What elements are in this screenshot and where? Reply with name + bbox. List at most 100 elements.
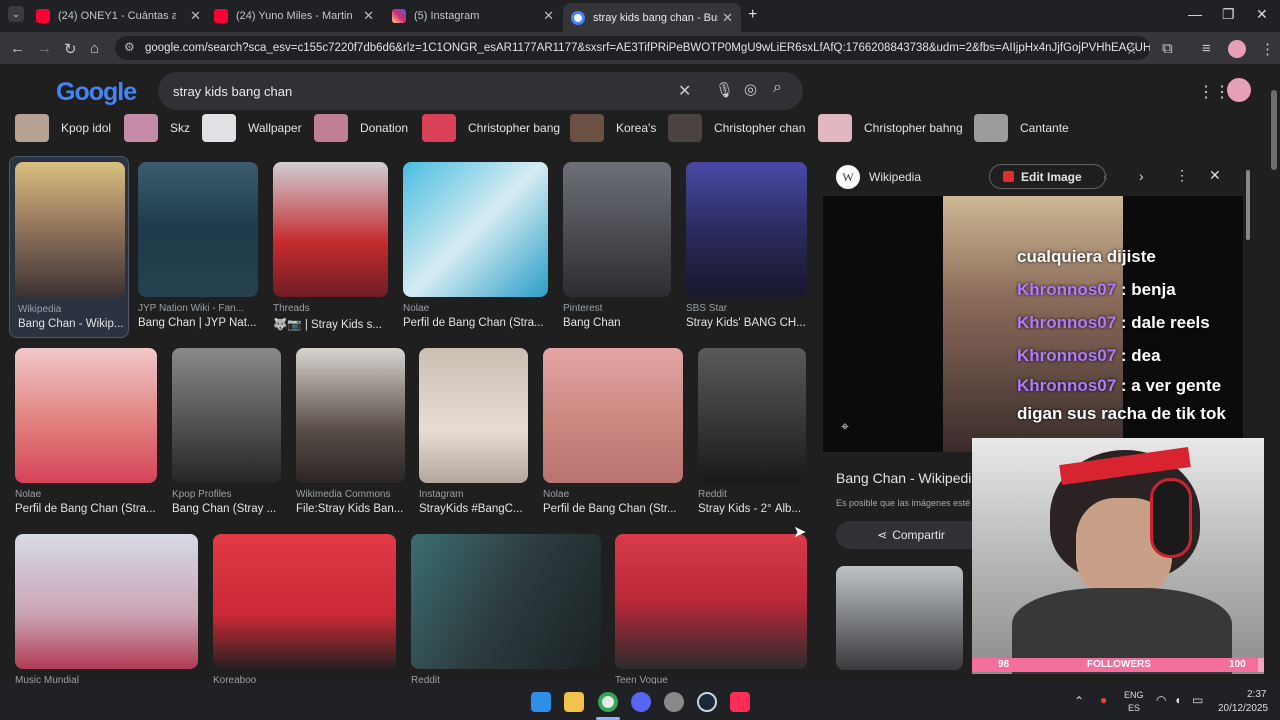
address-bar[interactable]: ⚙ google.com/search?sca_esv=c155c7220f7d… bbox=[115, 36, 1150, 60]
lens-icon[interactable]: ◎ bbox=[744, 80, 757, 98]
battery-icon[interactable]: ▭ bbox=[1192, 693, 1203, 707]
bookmark-star-icon[interactable]: ☆ bbox=[1125, 40, 1138, 58]
result-card[interactable]: Nolae Perfil de Bang Chan (Str... bbox=[543, 348, 683, 518]
result-card[interactable]: Nolae Perfil de Bang Chan (Stra... bbox=[15, 348, 157, 518]
close-icon[interactable]: ✕ bbox=[722, 10, 733, 26]
result-title[interactable]: Perfil de Bang Chan (Str... bbox=[543, 503, 683, 515]
new-tab-icon[interactable]: + bbox=[748, 6, 757, 24]
chip-cantante[interactable]: Cantante bbox=[974, 114, 1069, 142]
windows-start-icon[interactable] bbox=[531, 692, 551, 712]
obs-icon[interactable] bbox=[664, 692, 684, 712]
panel-title[interactable]: Bang Chan - Wikipedia bbox=[836, 470, 979, 486]
result-image[interactable] bbox=[411, 534, 601, 669]
extensions-icon[interactable]: ⧉ bbox=[1162, 40, 1173, 57]
language-indicator[interactable]: ENG bbox=[1124, 690, 1144, 700]
result-image[interactable] bbox=[15, 162, 125, 298]
account-avatar[interactable] bbox=[1227, 78, 1251, 102]
chip-skz[interactable]: Skz bbox=[124, 114, 190, 142]
result-title[interactable]: File:Stray Kids Ban... bbox=[296, 503, 405, 515]
clock-date[interactable]: 20/12/2025 bbox=[1218, 703, 1268, 714]
volume-icon[interactable]: ◖ bbox=[1174, 693, 1181, 707]
google-logo[interactable]: Google bbox=[56, 78, 137, 107]
file-explorer-icon[interactable] bbox=[564, 692, 584, 712]
result-image[interactable] bbox=[419, 348, 528, 483]
result-title[interactable]: Bang Chan (Stray ... bbox=[172, 503, 281, 515]
discord-icon[interactable] bbox=[631, 692, 651, 712]
close-icon[interactable]: ✕ bbox=[190, 8, 201, 24]
close-icon[interactable]: ✕ bbox=[543, 8, 554, 24]
tab-search-button[interactable]: ⌄ bbox=[8, 6, 24, 22]
result-image[interactable] bbox=[563, 162, 671, 297]
result-title[interactable]: 🐺📷 | Stray Kids s... bbox=[273, 317, 388, 331]
search-icon[interactable]: ⌕ bbox=[773, 79, 782, 97]
result-image[interactable] bbox=[403, 162, 548, 297]
reload-icon[interactable]: ↻ bbox=[64, 40, 77, 58]
clear-icon[interactable]: ✕ bbox=[678, 81, 691, 101]
result-image[interactable] bbox=[273, 162, 388, 297]
result-card[interactable]: Reddit bbox=[411, 534, 601, 686]
chip-koreas[interactable]: Korea's bbox=[570, 114, 656, 142]
result-title[interactable]: Perfil de Bang Chan (Stra... bbox=[15, 503, 157, 515]
result-image[interactable] bbox=[615, 534, 807, 669]
result-image[interactable] bbox=[698, 348, 806, 483]
result-image[interactable] bbox=[543, 348, 683, 483]
more-options-icon[interactable]: ⋮ bbox=[1175, 167, 1189, 184]
result-card[interactable]: Koreaboo bbox=[213, 534, 396, 686]
result-card[interactable]: Teen Vogue bbox=[615, 534, 807, 686]
related-image[interactable] bbox=[836, 566, 963, 670]
result-card[interactable]: Instagram StrayKids #BangC... bbox=[419, 348, 528, 518]
panel-source[interactable]: Wikipedia bbox=[869, 170, 921, 184]
microphone-tray-icon[interactable]: ● bbox=[1100, 693, 1107, 707]
result-card[interactable]: Threads 🐺📷 | Stray Kids s... bbox=[273, 162, 388, 332]
chip-christopher-bahng[interactable]: Christopher bahng bbox=[818, 114, 963, 142]
result-title[interactable]: Perfil de Bang Chan (Stra... bbox=[403, 317, 548, 329]
result-card[interactable]: Music Mundial bbox=[15, 534, 198, 686]
home-icon[interactable]: ⌂ bbox=[90, 40, 99, 57]
result-image[interactable] bbox=[15, 534, 198, 669]
tiktok-icon[interactable] bbox=[730, 692, 750, 712]
chip-wallpaper[interactable]: Wallpaper bbox=[202, 114, 302, 142]
steam-icon[interactable] bbox=[697, 692, 717, 712]
result-image[interactable] bbox=[213, 534, 396, 669]
tab-oney[interactable]: (24) ONEY1 - Cuántas almas pu ✕ bbox=[36, 4, 201, 28]
result-title[interactable]: Bang Chan - Wikip... bbox=[18, 318, 124, 330]
chip-donation[interactable]: Donation bbox=[314, 114, 408, 142]
prev-image-icon[interactable]: ‹ bbox=[1103, 168, 1108, 184]
next-image-icon[interactable]: › bbox=[1139, 168, 1144, 184]
result-title[interactable]: Stray Kids - 2° Álb... bbox=[698, 503, 806, 515]
share-button[interactable]: ⋖ Compartir bbox=[836, 521, 986, 549]
restore-icon[interactable]: ❐ bbox=[1222, 6, 1235, 23]
tab-google-search[interactable]: stray kids bang chan - Buscar c ✕ bbox=[563, 3, 741, 32]
show-hidden-icons[interactable]: ⌃ bbox=[1074, 694, 1084, 708]
profile-avatar[interactable] bbox=[1228, 40, 1246, 58]
wifi-icon[interactable]: ◠ bbox=[1156, 693, 1166, 707]
close-icon[interactable]: ✕ bbox=[363, 8, 374, 24]
result-card[interactable]: Reddit Stray Kids - 2° Álb... bbox=[698, 348, 806, 518]
back-icon[interactable]: ← bbox=[10, 40, 25, 57]
result-image[interactable] bbox=[686, 162, 807, 297]
result-title[interactable]: Stray Kids' BANG CH... bbox=[686, 317, 807, 329]
result-card[interactable]: Wikipedia Bang Chan - Wikip... bbox=[9, 156, 129, 338]
media-control-icon[interactable]: ≡ bbox=[1202, 40, 1211, 57]
result-image[interactable] bbox=[15, 348, 157, 483]
result-image[interactable] bbox=[296, 348, 405, 483]
tab-instagram[interactable]: (5) Instagram ✕ bbox=[392, 4, 554, 28]
result-card[interactable]: Wikimedia Commons File:Stray Kids Ban... bbox=[296, 348, 405, 518]
result-title[interactable]: Bang Chan | JYP Nat... bbox=[138, 317, 258, 329]
result-card[interactable]: JYP Nation Wiki - Fan... Bang Chan | JYP… bbox=[138, 162, 258, 332]
close-panel-icon[interactable]: ✕ bbox=[1209, 167, 1221, 184]
chrome-icon[interactable] bbox=[598, 692, 618, 712]
chip-kpop-idol[interactable]: Kpop idol bbox=[15, 114, 111, 142]
minimize-icon[interactable]: — bbox=[1188, 6, 1202, 22]
result-title[interactable]: StrayKids #BangC... bbox=[419, 503, 528, 515]
tab-yuno[interactable]: (24) Yuno Miles - Martin Luther ✕ bbox=[214, 4, 374, 28]
window-close-icon[interactable]: ✕ bbox=[1256, 6, 1268, 23]
panel-scrollbar[interactable] bbox=[1246, 170, 1250, 240]
forward-icon[interactable]: → bbox=[37, 40, 52, 57]
result-card[interactable]: SBS Star Stray Kids' BANG CH... bbox=[686, 162, 807, 332]
site-info-icon[interactable]: ⚙ bbox=[124, 40, 135, 54]
chip-christopher-chan[interactable]: Christopher chan bbox=[668, 114, 805, 142]
clock-time[interactable]: 2:37 bbox=[1247, 689, 1266, 700]
menu-icon[interactable]: ⋮ bbox=[1260, 40, 1275, 58]
search-input[interactable]: stray kids bang chan ✕ 🎙 ◎ ⌕ bbox=[158, 72, 803, 110]
